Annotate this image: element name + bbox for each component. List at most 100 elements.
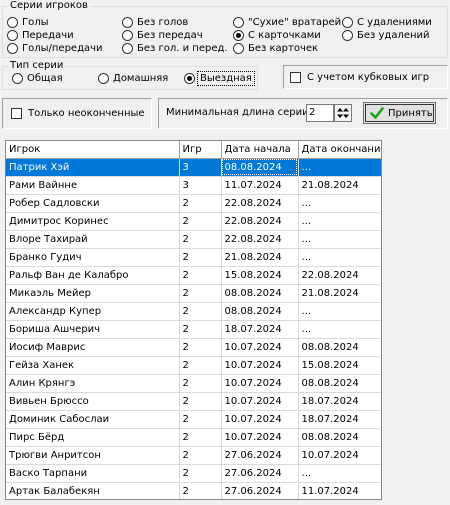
cell-games: 2 [179, 482, 222, 499]
radio-no-goals-assists[interactable]: Без гол. и перед. [122, 42, 228, 55]
series-table[interactable]: Игрок Игр Дата начала Дата окончания Пат… [5, 140, 382, 500]
column-header-start-date[interactable]: Дата начала [221, 141, 299, 159]
cell-end-date: 21.08.2024 [298, 176, 381, 195]
table-row[interactable]: Димитрос Коринес 2 22.08.2024... [6, 212, 381, 231]
table-row[interactable]: Робер Садловски 2 22.08.2024... [6, 194, 381, 213]
radio-clean-sheets-label: "Сухие" вратарей [248, 17, 342, 28]
table-row[interactable]: Микаэль Мейер 2 08.08.2024 21.08.2024 [6, 284, 381, 303]
min-length-spinner[interactable] [334, 104, 352, 122]
cell-player: Димитрос Коринес [6, 212, 180, 231]
cell-games: 2 [179, 302, 222, 321]
cell-start-date: 22.08.2024 [221, 194, 299, 213]
radio-overall-label: Общая [27, 73, 63, 84]
radio-clean-sheets-dot[interactable] [233, 17, 244, 28]
table-row[interactable]: Артак Балабекян 2 27.06.2024 11.07.2024 [6, 482, 381, 499]
table-row[interactable]: Трюгви Анритсон 2 27.06.2024 10.07.2024 [6, 446, 381, 465]
column-header-games[interactable]: Игр [179, 141, 222, 159]
table-row[interactable]: Васко Тарпани 2 27.06.2024... [6, 464, 381, 483]
radio-overall-dot[interactable] [12, 73, 23, 84]
cell-games: 2 [179, 266, 222, 285]
cell-games: 2 [179, 338, 222, 357]
cell-player: Пирс Бёрд [6, 428, 180, 447]
cell-player: Артак Балабекян [6, 482, 180, 499]
cell-player: Бранко Гудич [6, 248, 180, 267]
radio-clean-sheets[interactable]: "Сухие" вратарей [233, 16, 341, 29]
cell-end-date: ... [298, 158, 381, 177]
cell-player: Гейза Ханек [6, 356, 180, 375]
table-row[interactable]: Патрик Хэй 3 08.08.2024... [6, 158, 381, 177]
cell-start-date: 08.08.2024 [221, 284, 299, 303]
cell-start-date: 18.07.2024 [221, 320, 299, 339]
radio-no-assists[interactable]: Без передач [122, 29, 203, 42]
unfinished-checkbox-box[interactable] [11, 108, 22, 119]
cell-games: 2 [179, 284, 222, 303]
radio-goals-dot[interactable] [7, 17, 18, 28]
cell-start-date: 10.07.2024 [221, 428, 299, 447]
cell-end-date: 18.07.2024 [298, 410, 381, 429]
cell-end-date: ... [298, 248, 381, 267]
table-row[interactable]: Гейза Ханек 2 10.07.2024 15.08.2024 [6, 356, 381, 375]
cell-end-date: 15.08.2024 [298, 356, 381, 375]
cell-player: Влоре Тахирай [6, 230, 180, 249]
radio-with-cards-dot[interactable] [233, 30, 244, 41]
table-row[interactable]: Доминик Сабослаи 2 10.07.2024 18.07.2024 [6, 410, 381, 429]
cell-end-date: 08.08.2024 [298, 338, 381, 357]
radio-with-ejections[interactable]: С удалениями [342, 16, 432, 29]
cell-games: 2 [179, 356, 222, 375]
accept-button[interactable]: Принять [363, 102, 436, 124]
radio-home[interactable]: Домашняя [98, 72, 168, 85]
check-icon [370, 107, 384, 119]
radio-goals-label: Голы [22, 17, 49, 28]
radio-no-goals[interactable]: Без голов [122, 16, 188, 29]
radio-goals-assists-label: Голы/передачи [22, 43, 103, 54]
table-row[interactable]: Александр Купер 2 08.08.2024... [6, 302, 381, 321]
radio-assists[interactable]: Передачи [7, 29, 74, 42]
radio-away[interactable]: Выездная [184, 71, 255, 86]
cell-games: 2 [179, 248, 222, 267]
radio-goals-assists-dot[interactable] [7, 43, 18, 54]
radio-no-cards-dot[interactable] [233, 43, 244, 54]
radio-no-ejections-dot[interactable] [342, 30, 353, 41]
radio-no-cards[interactable]: Без карточек [233, 42, 318, 55]
table-row[interactable]: Пирс Бёрд 2 10.07.2024 08.08.2024 [6, 428, 381, 447]
table-row[interactable]: Рами Вайнне 3 11.07.2024 21.08.2024 [6, 176, 381, 195]
radio-with-cards[interactable]: С карточками [233, 29, 321, 42]
cell-end-date: 21.08.2024 [298, 284, 381, 303]
radio-goals[interactable]: Голы [7, 16, 49, 29]
radio-home-dot[interactable] [98, 73, 109, 84]
radio-away-dot[interactable] [184, 73, 195, 84]
cell-end-date: ... [298, 230, 381, 249]
radio-no-ejections[interactable]: Без удалений [342, 29, 430, 42]
min-length-label: Минимальная длина серии [166, 107, 309, 118]
column-header-player[interactable]: Игрок [6, 141, 180, 159]
radio-assists-dot[interactable] [7, 30, 18, 41]
min-length-input[interactable]: 2 [306, 104, 334, 122]
unfinished-checkbox[interactable]: Только неоконченные [11, 107, 145, 120]
cup-games-checkbox-box[interactable] [290, 72, 301, 83]
cup-games-checkbox[interactable]: С учетом кубковых игр [290, 71, 429, 84]
radio-no-goals-assists-dot[interactable] [122, 43, 133, 54]
radio-no-assists-label: Без передач [137, 30, 203, 41]
radio-no-goals-label: Без голов [137, 17, 189, 28]
radio-with-ejections-dot[interactable] [342, 17, 353, 28]
cell-start-date: 10.07.2024 [221, 392, 299, 411]
cell-player: Алин Крянгэ [6, 374, 180, 393]
table-row[interactable]: Ральф Ван де Калабро 2 15.08.2024 22.08.202… [6, 266, 381, 285]
radio-no-ejections-label: Без удалений [357, 30, 430, 41]
table-row[interactable]: Бориша Ашчерич 2 18.07.2024... [6, 320, 381, 339]
table-row[interactable]: Влоре Тахирай 2 22.08.2024... [6, 230, 381, 249]
table-row[interactable]: Иосиф Маврис 2 10.07.2024 08.08.2024 [6, 338, 381, 357]
radio-overall[interactable]: Общая [12, 72, 63, 85]
radio-no-assists-dot[interactable] [122, 30, 133, 41]
radio-goals-assists[interactable]: Голы/передачи [7, 42, 103, 55]
cell-start-date: 27.06.2024 [221, 446, 299, 465]
cell-end-date: 11.07.2024 [298, 482, 381, 499]
spinner-arrows-icon [337, 108, 349, 118]
table-row[interactable]: Бранко Гудич 2 21.08.2024... [6, 248, 381, 267]
cell-player: Микаэль Мейер [6, 284, 180, 303]
column-header-end-date[interactable]: Дата окончания [298, 141, 381, 159]
cell-start-date: 27.06.2024 [221, 464, 299, 483]
radio-no-goals-dot[interactable] [122, 17, 133, 28]
table-row[interactable]: Алин Крянгэ 2 10.07.2024 08.08.2024 [6, 374, 381, 393]
table-row[interactable]: Вивьен Брюссо 2 10.07.2024 18.07.2024 [6, 392, 381, 411]
